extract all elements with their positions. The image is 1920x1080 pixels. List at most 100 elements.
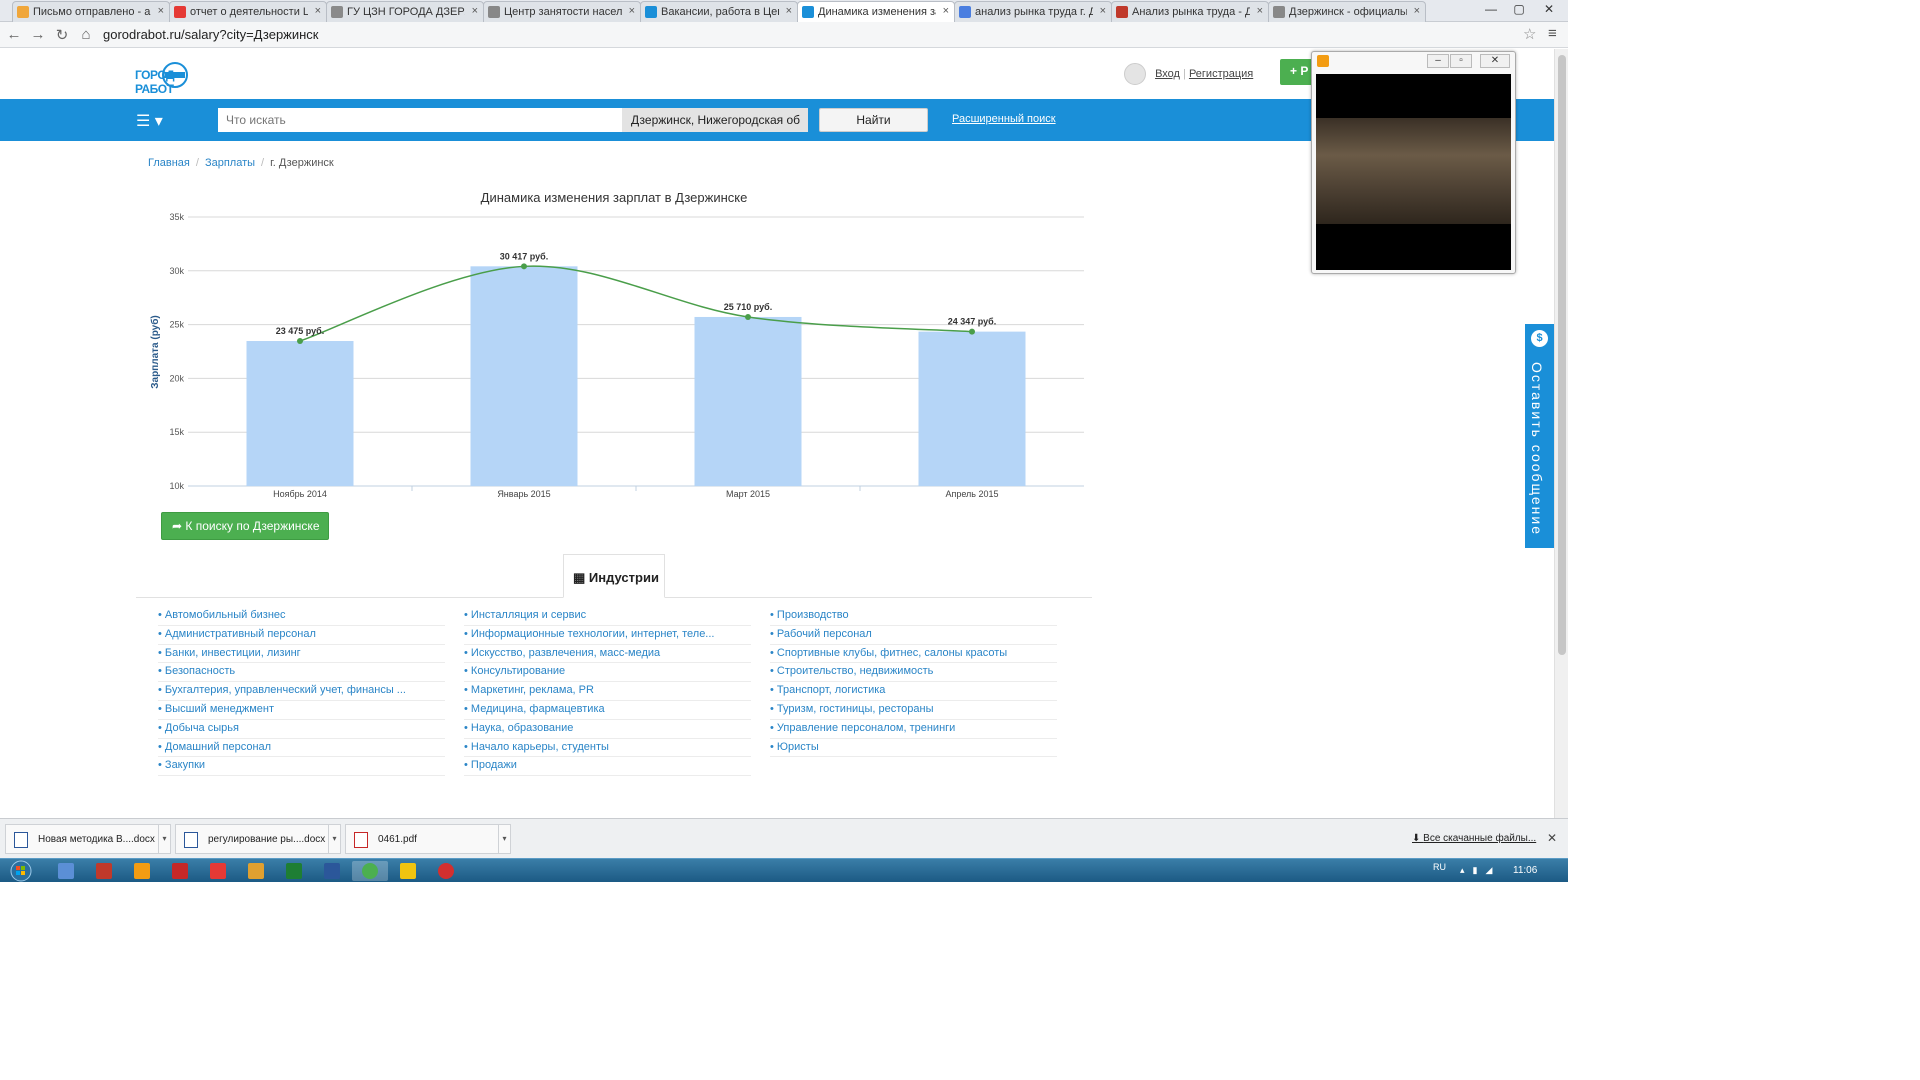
city-select[interactable]: Дзержинск, Нижегородская об bbox=[622, 108, 808, 132]
maximize-window-icon[interactable]: ▢ bbox=[1505, 0, 1533, 20]
taskbar-player-icon[interactable] bbox=[124, 861, 160, 881]
register-link[interactable]: Регистрация bbox=[1189, 68, 1253, 80]
find-button[interactable]: Найти bbox=[819, 108, 928, 132]
industry-link[interactable]: Спортивные клубы, фитнес, салоны красоты bbox=[770, 645, 1057, 664]
industry-link[interactable]: Начало карьеры, студенты bbox=[464, 739, 751, 758]
feedback-tab[interactable]: $ Оставить сообщение bbox=[1525, 324, 1554, 548]
industry-link[interactable]: Безопасность bbox=[158, 663, 445, 683]
chart-bar[interactable] bbox=[918, 331, 1026, 486]
login-link[interactable]: Вход bbox=[1155, 68, 1180, 80]
reload-icon[interactable]: ↻ bbox=[52, 26, 72, 44]
industry-link[interactable]: Туризм, гостиницы, рестораны bbox=[770, 701, 1057, 720]
industry-link[interactable]: Инсталляция и сервис bbox=[464, 607, 751, 626]
industry-link[interactable]: Транспорт, логистика bbox=[770, 682, 1057, 701]
advanced-search-link[interactable]: Расширенный поиск bbox=[952, 113, 1056, 125]
breadcrumb-salaries[interactable]: Зарплаты bbox=[205, 157, 255, 169]
site-logo[interactable]: ГОРОД РАБОТ bbox=[135, 59, 215, 96]
home-icon[interactable]: ⌂ bbox=[76, 26, 96, 43]
trend-point[interactable] bbox=[521, 263, 527, 270]
tab-close-icon[interactable]: × bbox=[315, 5, 321, 17]
taskbar-excel-icon[interactable] bbox=[276, 861, 312, 881]
browser-tab[interactable]: Анализ рынка труда - Дз × bbox=[1111, 1, 1269, 22]
industry-link[interactable]: Искусство, развлечения, масс-медиа bbox=[464, 645, 751, 664]
bookmark-star-icon[interactable]: ☆ bbox=[1523, 25, 1536, 43]
restore-icon[interactable]: ▫ bbox=[1450, 54, 1472, 68]
breadcrumb-home[interactable]: Главная bbox=[148, 157, 190, 169]
industry-link[interactable]: Медицина, фармацевтика bbox=[464, 701, 751, 720]
back-to-search-button[interactable]: ➦ К поиску по Дзержинске bbox=[161, 512, 329, 540]
browser-tab[interactable]: отчет о деятельности Ц × bbox=[169, 1, 327, 22]
chart-bar[interactable] bbox=[246, 341, 354, 486]
industry-link[interactable]: Банки, инвестиции, лизинг bbox=[158, 645, 445, 664]
trend-point[interactable] bbox=[745, 313, 751, 320]
minimize-icon[interactable]: – bbox=[1427, 54, 1449, 68]
minimize-window-icon[interactable]: — bbox=[1477, 0, 1505, 20]
download-item[interactable]: Новая методика В....docx ▾ bbox=[5, 824, 171, 854]
taskbar-clock[interactable]: 11:06 bbox=[1513, 865, 1537, 876]
browser-tab[interactable]: Письмо отправлено - an × bbox=[12, 1, 170, 22]
taskbar-chrome-icon[interactable] bbox=[352, 861, 388, 881]
scrollbar-thumb[interactable] bbox=[1558, 55, 1566, 655]
back-arrow-icon[interactable]: ← bbox=[4, 26, 24, 43]
tab-close-icon[interactable]: × bbox=[158, 5, 164, 17]
tab-close-icon[interactable]: × bbox=[1257, 5, 1263, 17]
menu-hamburger-icon[interactable]: ☰ ▾ bbox=[136, 111, 163, 131]
tab-close-icon[interactable]: × bbox=[786, 5, 792, 17]
tab-close-icon[interactable]: × bbox=[943, 5, 949, 17]
download-menu-icon[interactable]: ▾ bbox=[498, 825, 510, 853]
browser-tab[interactable]: Центр занятости насел × bbox=[483, 1, 641, 22]
search-input[interactable] bbox=[218, 108, 622, 132]
chart-bar[interactable] bbox=[470, 266, 578, 486]
taskbar-acrobat-icon[interactable] bbox=[162, 861, 198, 881]
tab-close-icon[interactable]: × bbox=[1100, 5, 1106, 17]
taskbar-app-icon[interactable] bbox=[86, 861, 122, 881]
industry-link[interactable]: Домашний персонал bbox=[158, 739, 445, 758]
industry-link[interactable]: Закупки bbox=[158, 757, 445, 777]
close-window-icon[interactable]: ✕ bbox=[1535, 0, 1563, 20]
taskbar-browser-icon[interactable] bbox=[238, 861, 274, 881]
page-scrollbar[interactable] bbox=[1554, 49, 1568, 818]
chart-bar[interactable] bbox=[694, 316, 802, 486]
download-menu-icon[interactable]: ▾ bbox=[328, 825, 340, 853]
industry-link[interactable]: Управление персоналом, тренинги bbox=[770, 720, 1057, 739]
tab-industries[interactable]: ▦ Индустрии bbox=[563, 554, 665, 598]
tab-close-icon[interactable]: × bbox=[1414, 5, 1420, 17]
video-popup[interactable]: – ▫ ✕ bbox=[1311, 51, 1516, 274]
forward-arrow-icon[interactable]: → bbox=[28, 26, 48, 43]
close-icon[interactable]: ✕ bbox=[1480, 54, 1510, 68]
start-button[interactable] bbox=[6, 859, 36, 883]
browser-tab[interactable]: Дзержинск - официальн × bbox=[1268, 1, 1426, 22]
industry-link[interactable]: Производство bbox=[770, 607, 1057, 626]
video-frame[interactable] bbox=[1316, 74, 1511, 270]
industry-link[interactable]: Наука, образование bbox=[464, 720, 751, 739]
industry-link[interactable]: Высший менеджмент bbox=[158, 701, 445, 720]
all-downloads-link[interactable]: ⬇ Все скачанные файлы... bbox=[1412, 833, 1536, 844]
taskbar-media-icon[interactable] bbox=[48, 861, 84, 881]
taskbar-app2-icon[interactable] bbox=[428, 861, 464, 881]
industry-link[interactable]: Информационные технологии, интернет, тел… bbox=[464, 626, 751, 645]
industry-link[interactable]: Маркетинг, реклама, PR bbox=[464, 682, 751, 701]
trend-point[interactable] bbox=[969, 328, 975, 335]
industry-link[interactable]: Рабочий персонал bbox=[770, 626, 1057, 645]
taskbar-word-icon[interactable] bbox=[314, 861, 350, 881]
browser-tab[interactable]: анализ рынка труда г. Дз × bbox=[954, 1, 1112, 22]
browser-tab[interactable]: Вакансии, работа в Цент × bbox=[640, 1, 798, 22]
industry-link[interactable]: Автомобильный бизнес bbox=[158, 607, 445, 626]
industry-link[interactable]: Продажи bbox=[464, 757, 751, 777]
download-item[interactable]: 0461.pdf ▾ bbox=[345, 824, 511, 854]
browser-tab[interactable]: Динамика изменения зар × bbox=[797, 1, 955, 23]
browser-menu-icon[interactable]: ≡ bbox=[1548, 25, 1557, 42]
tab-close-icon[interactable]: × bbox=[629, 5, 635, 17]
tab-close-icon[interactable]: × bbox=[472, 5, 478, 17]
close-downloads-icon[interactable]: ✕ bbox=[1547, 831, 1557, 845]
download-menu-icon[interactable]: ▾ bbox=[158, 825, 170, 853]
system-tray-icons[interactable]: ▴▮◢ bbox=[1460, 865, 1500, 876]
industry-link[interactable]: Консультирование bbox=[464, 663, 751, 683]
trend-point[interactable] bbox=[297, 338, 303, 345]
language-indicator[interactable]: RU bbox=[1433, 862, 1446, 872]
industry-link[interactable]: Юристы bbox=[770, 739, 1057, 758]
taskbar-yandex-icon[interactable] bbox=[200, 861, 236, 881]
industry-link[interactable]: Бухгалтерия, управленческий учет, финанс… bbox=[158, 682, 445, 701]
industry-link[interactable]: Строительство, недвижимость bbox=[770, 663, 1057, 683]
industry-link[interactable]: Добыча сырья bbox=[158, 720, 445, 739]
